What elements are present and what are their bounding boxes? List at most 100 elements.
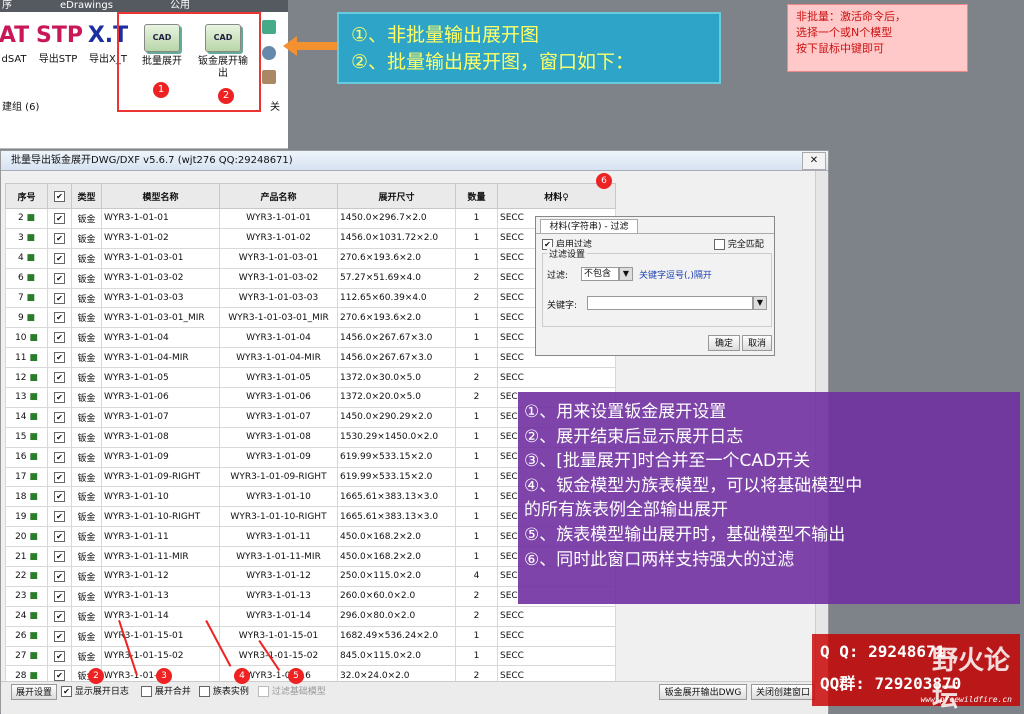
row-checkbox[interactable]: ✔ [54, 372, 65, 384]
cell-quantity: 1 [455, 466, 498, 488]
export-dwg-button[interactable]: 钣金展开输出DWG [659, 684, 747, 700]
cell-index: 16 ■ [5, 446, 48, 468]
cell-product-name: WYR3-1-01-04 [219, 327, 338, 349]
row-checkbox[interactable]: ✔ [54, 650, 65, 662]
col-quantity[interactable]: 数量 [455, 183, 498, 209]
row-checkbox[interactable]: ✔ [54, 232, 65, 244]
table-row[interactable]: 3 ■ ✔ 钣金 WYR3-1-01-02 WYR3-1-01-02 1456.0×103… [5, 227, 616, 249]
cell-select: ✔ [47, 406, 72, 428]
chevron-down-icon[interactable]: ▼ [619, 267, 633, 281]
export-sat-button[interactable]: AT dSAT [0, 18, 36, 66]
close-window-button[interactable]: 关闭创建窗口 [751, 684, 815, 700]
row-checkbox[interactable]: ✔ [54, 391, 65, 403]
cell-select: ✔ [47, 526, 72, 548]
cell-unfold-size: 112.65×60.39×4.0 [337, 287, 456, 309]
cell-unfold-size: 57.27×51.69×4.0 [337, 267, 456, 289]
table-row[interactable]: 9 ■ ✔ 钣金 WYR3-1-01-03-01_MIR WYR3-1-01-03-01… [5, 307, 616, 329]
info-line: 的所有族表例全部输出展开 [524, 500, 728, 521]
table-row[interactable]: 2 ■ ✔ 钣金 WYR3-1-01-01 WYR3-1-01-01 1450.0×296… [5, 208, 616, 229]
cancel-button[interactable]: 取消 [742, 335, 772, 351]
badge-footer-2: 2 [88, 668, 104, 684]
row-checkbox[interactable]: ✔ [54, 292, 65, 304]
part-icon: ■ [29, 392, 38, 403]
table-row[interactable]: 10 ■ ✔ 钣金 WYR3-1-01-04 WYR3-1-01-04 1456.0×26… [5, 327, 616, 349]
row-checkbox[interactable]: ✔ [54, 491, 65, 503]
unfold-settings-button[interactable]: 展开设置 [11, 684, 57, 700]
table-row[interactable]: 12 ■ ✔ 钣金 WYR3-1-01-05 WYR3-1-01-05 1372.0×30… [5, 367, 616, 389]
gear-icon[interactable] [262, 46, 276, 60]
col-unfold-size[interactable]: 展开尺寸 [337, 183, 456, 209]
row-checkbox[interactable]: ✔ [54, 590, 65, 602]
show-log-checkbox[interactable]: ✔ 显示展开日志 [61, 684, 129, 700]
part-icon: ■ [29, 452, 38, 463]
ok-button[interactable]: 确定 [708, 335, 740, 351]
ribbon-tab-edrawings[interactable]: eDrawings [60, 0, 113, 12]
table-row[interactable]: 27 ■ ✔ 钣金 WYR3-1-01-15-02 WYR3-1-01-15-02 845… [5, 645, 616, 667]
cell-index: 21 ■ [5, 546, 48, 568]
cell-unfold-size: 1665.61×383.13×3.0 [337, 486, 456, 508]
filter-base-model-checkbox[interactable]: 过滤基础模型 [258, 684, 326, 700]
col-index[interactable]: 序号 [5, 183, 48, 209]
row-checkbox[interactable]: ✔ [54, 511, 65, 523]
row-checkbox[interactable]: ✔ [54, 630, 65, 642]
export-stp-button[interactable]: STP 导出STP [36, 18, 83, 66]
qq-number: Q Q: 29248671 [820, 642, 946, 661]
cell-model-name: WYR3-1-01-12 [101, 566, 220, 587]
row-checkbox[interactable]: ✔ [54, 312, 65, 324]
row-checkbox[interactable]: ✔ [54, 431, 65, 443]
cell-model-name: WYR3-1-01-07 [101, 406, 220, 428]
col-material[interactable]: 材料♀ [497, 183, 616, 209]
table-row[interactable]: 4 ■ ✔ 钣金 WYR3-1-01-03-01 WYR3-1-01-03-01 270.… [5, 247, 616, 269]
row-checkbox[interactable]: ✔ [54, 272, 65, 284]
col-product-name[interactable]: 产品名称 [219, 183, 338, 209]
ribbon-tab-common[interactable]: 公用 [170, 0, 190, 12]
cell-quantity: 1 [455, 645, 498, 667]
cell-product-name: WYR3-1-01-04-MIR [219, 347, 338, 369]
row-checkbox[interactable]: ✔ [54, 411, 65, 423]
close-button[interactable]: ✕ [802, 152, 826, 170]
family-instance-checkbox[interactable]: 族表实例 [199, 684, 249, 700]
row-checkbox[interactable]: ✔ [54, 531, 65, 543]
row-checkbox[interactable]: ✔ [54, 212, 65, 224]
table-row[interactable]: 24 ■ ✔ 钣金 WYR3-1-01-14 WYR3-1-01-14 296.0×80.… [5, 605, 616, 627]
part-icon: ■ [29, 432, 38, 443]
cell-select: ✔ [47, 367, 72, 389]
merge-checkbox[interactable]: 展开合并 [141, 684, 191, 700]
cell-product-name: WYR3-1-01-01 [219, 208, 338, 229]
table-row[interactable]: 6 ■ ✔ 钣金 WYR3-1-01-03-02 WYR3-1-01-03-02 57.2… [5, 267, 616, 289]
col-select[interactable]: ✔ [47, 183, 72, 209]
row-checkbox[interactable]: ✔ [54, 610, 65, 622]
select-all-checkbox[interactable]: ✔ [54, 190, 65, 202]
row-checkbox[interactable]: ✔ [54, 451, 65, 463]
ribbon-tab-1[interactable]: 序 [2, 0, 12, 12]
cell-product-name: WYR3-1-01-05 [219, 367, 338, 389]
exact-match-checkbox[interactable]: 完全匹配 [714, 237, 764, 253]
table-row[interactable]: 7 ■ ✔ 钣金 WYR3-1-01-03-03 WYR3-1-01-03-03 112.… [5, 287, 616, 309]
part-icon: ■ [26, 233, 36, 244]
row-checkbox[interactable]: ✔ [54, 332, 65, 344]
row-checkbox[interactable]: ✔ [54, 352, 65, 364]
row-checkbox[interactable]: ✔ [54, 670, 65, 682]
badge-1: 1 [153, 82, 169, 98]
cell-product-name: WYR3-1-01-03-02 [219, 267, 338, 289]
cell-type: 钣金 [71, 208, 102, 229]
row-checkbox[interactable]: ✔ [54, 551, 65, 563]
row-checkbox[interactable]: ✔ [54, 570, 65, 582]
filter-tab[interactable]: 材料(字符串) - 过滤 [540, 219, 638, 234]
table-row[interactable]: 26 ■ ✔ 钣金 WYR3-1-01-15-01 WYR3-1-01-15-01 168… [5, 625, 616, 647]
part-icon: ■ [29, 571, 38, 582]
filter-mode-select[interactable]: 不包含 [581, 267, 619, 281]
tool-icon[interactable] [262, 20, 276, 34]
ribbon-group-label: 建组 (6) [2, 102, 40, 113]
chevron-down-icon[interactable]: ▼ [753, 296, 767, 310]
table-row[interactable]: 11 ■ ✔ 钣金 WYR3-1-01-04-MIR WYR3-1-01-04-MIR 1… [5, 347, 616, 369]
cell-quantity: 1 [455, 486, 498, 508]
col-type[interactable]: 类型 [71, 183, 102, 209]
row-checkbox[interactable]: ✔ [54, 471, 65, 483]
cell-type: 钣金 [71, 645, 102, 667]
keyword-input[interactable] [587, 296, 753, 310]
user-icon[interactable] [262, 70, 276, 84]
group-label: 过滤设置 [547, 247, 588, 260]
col-model-name[interactable]: 模型名称 [101, 183, 220, 209]
row-checkbox[interactable]: ✔ [54, 252, 65, 264]
